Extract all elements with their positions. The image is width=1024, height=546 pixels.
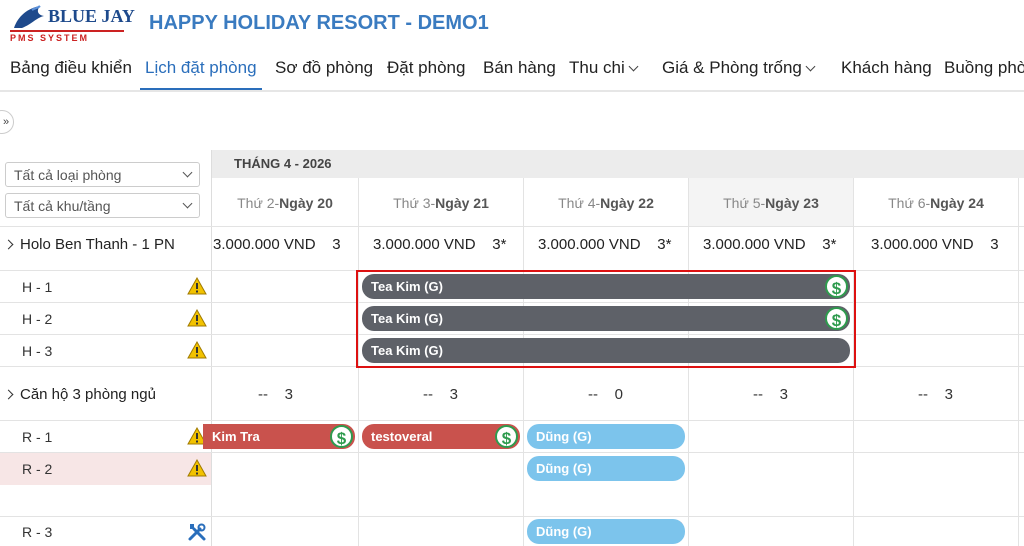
availability-cell[interactable]: -- 3: [423, 386, 458, 403]
booking-guest-name: Kim Tra: [212, 429, 260, 444]
room-group-name: Căn hộ 3 phòng ngủ: [20, 386, 156, 403]
booking-guest-name: Dũng (G): [536, 461, 592, 476]
booking-bar[interactable]: testoveral $: [362, 424, 520, 449]
room-label[interactable]: H - 1: [22, 279, 52, 295]
rate-cell[interactable]: 3.000.000 VND 3*: [703, 236, 836, 253]
selection-highlight: [356, 270, 856, 368]
booking-bar[interactable]: Dũng (G): [527, 424, 685, 449]
day-header: Thứ 3-Ngày 21: [359, 178, 524, 226]
chevron-down-icon: [805, 61, 816, 72]
app-header: BLUE JAY PMS SYSTEM HAPPY HOLIDAY RESORT…: [0, 0, 1024, 92]
nav-sales[interactable]: Bán hàng: [483, 57, 556, 90]
area-filter-value: Tất cả khu/tầng: [14, 198, 111, 214]
warning-icon[interactable]: [187, 459, 207, 477]
paid-dollar-icon: $: [495, 425, 518, 448]
nav-housekeeping[interactable]: Buồng phò: [944, 57, 1024, 90]
day-header: Thứ 6-Ngày 24: [854, 178, 1019, 226]
nav-booking-calendar[interactable]: Lịch đặt phòng: [140, 57, 262, 90]
booking-guest-name: Dũng (G): [536, 524, 592, 539]
room-type-filter-value: Tất cả loại phòng: [14, 167, 122, 183]
booking-bar[interactable]: Dũng (G): [527, 519, 685, 544]
day-header: Thứ 2-Ngày 20: [212, 178, 359, 226]
warning-icon[interactable]: [187, 309, 207, 327]
chevron-icon: [3, 239, 14, 250]
availability-cell[interactable]: -- 3: [258, 386, 293, 403]
grid-divider: [0, 516, 1024, 517]
chevron-icon: [3, 389, 14, 400]
booking-guest-name: testoveral: [371, 429, 433, 444]
grid-divider: [1018, 178, 1019, 546]
note-flag-icon: [678, 424, 685, 431]
room-group-toggle[interactable]: Holo Ben Thanh - 1 PN: [3, 236, 175, 253]
nav-income-expense-label: Thu chi: [569, 58, 625, 77]
rate-cell[interactable]: 3.000.000 VND 3*: [538, 236, 671, 253]
room-group-toggle[interactable]: Căn hộ 3 phòng ngủ: [3, 386, 156, 403]
grid-divider: [0, 226, 1024, 227]
chevron-down-icon: [182, 198, 193, 209]
nav-customers[interactable]: Khách hàng: [841, 57, 932, 90]
blue-jay-logo-icon: [14, 5, 44, 28]
warning-icon[interactable]: [187, 277, 207, 295]
logo-subtext: PMS SYSTEM: [10, 33, 90, 43]
area-filter[interactable]: Tất cả khu/tầng: [5, 193, 200, 218]
nav-rates-availability-label: Giá & Phòng trống: [662, 58, 802, 77]
nav-rates-availability[interactable]: Giá & Phòng trống: [662, 57, 816, 90]
availability-cell[interactable]: -- 3: [753, 386, 788, 403]
maintenance-tools-icon[interactable]: [187, 522, 207, 542]
chevron-down-icon: [182, 167, 193, 178]
room-group-name: Holo Ben Thanh - 1 PN: [20, 236, 175, 253]
nav-income-expense[interactable]: Thu chi: [569, 57, 639, 90]
booking-guest-name: Dũng (G): [536, 429, 592, 444]
availability-cell[interactable]: -- 0: [588, 386, 623, 403]
logo-divider: [10, 30, 124, 32]
grid-divider: [0, 420, 1024, 421]
booking-bar[interactable]: Kim Tra $: [203, 424, 355, 449]
rate-cell[interactable]: 3.000.000 VND 3: [213, 236, 341, 253]
room-type-filter[interactable]: Tất cả loại phòng: [5, 162, 200, 187]
chevron-down-icon: [628, 61, 639, 72]
room-label[interactable]: H - 2: [22, 311, 52, 327]
room-label[interactable]: R - 3: [22, 524, 52, 540]
month-label: THÁNG 4 - 2026: [234, 156, 332, 171]
day-header: Thứ 4-Ngày 22: [524, 178, 689, 226]
rate-cell[interactable]: 3.000.000 VND 3: [871, 236, 999, 253]
day-header: Thứ 5-Ngày 23: [689, 178, 854, 226]
logo[interactable]: BLUE JAY PMS SYSTEM: [8, 2, 135, 46]
logo-text: BLUE JAY: [48, 6, 135, 26]
room-label[interactable]: R - 2: [22, 461, 52, 477]
main-nav: Bảng điều khiển Lịch đặt phòng Sơ đồ phò…: [0, 57, 1024, 90]
room-label[interactable]: H - 3: [22, 343, 52, 359]
warning-icon[interactable]: [187, 341, 207, 359]
booking-bar[interactable]: Dũng (G): [527, 456, 685, 481]
expand-sidebar-button[interactable]: »: [0, 110, 14, 134]
month-header: [212, 150, 1024, 178]
nav-dashboard[interactable]: Bảng điều khiển: [10, 57, 132, 90]
property-title: HAPPY HOLIDAY RESORT - DEMO1: [149, 12, 489, 34]
room-label[interactable]: R - 1: [22, 429, 52, 445]
nav-room-map[interactable]: Sơ đồ phòng: [275, 57, 373, 90]
note-flag-icon: [678, 519, 685, 526]
rate-cell[interactable]: 3.000.000 VND 3*: [373, 236, 506, 253]
availability-cell[interactable]: -- 3: [918, 386, 953, 403]
nav-reservations[interactable]: Đặt phòng: [387, 57, 465, 90]
note-flag-icon: [678, 456, 685, 463]
paid-dollar-icon: $: [330, 425, 353, 448]
